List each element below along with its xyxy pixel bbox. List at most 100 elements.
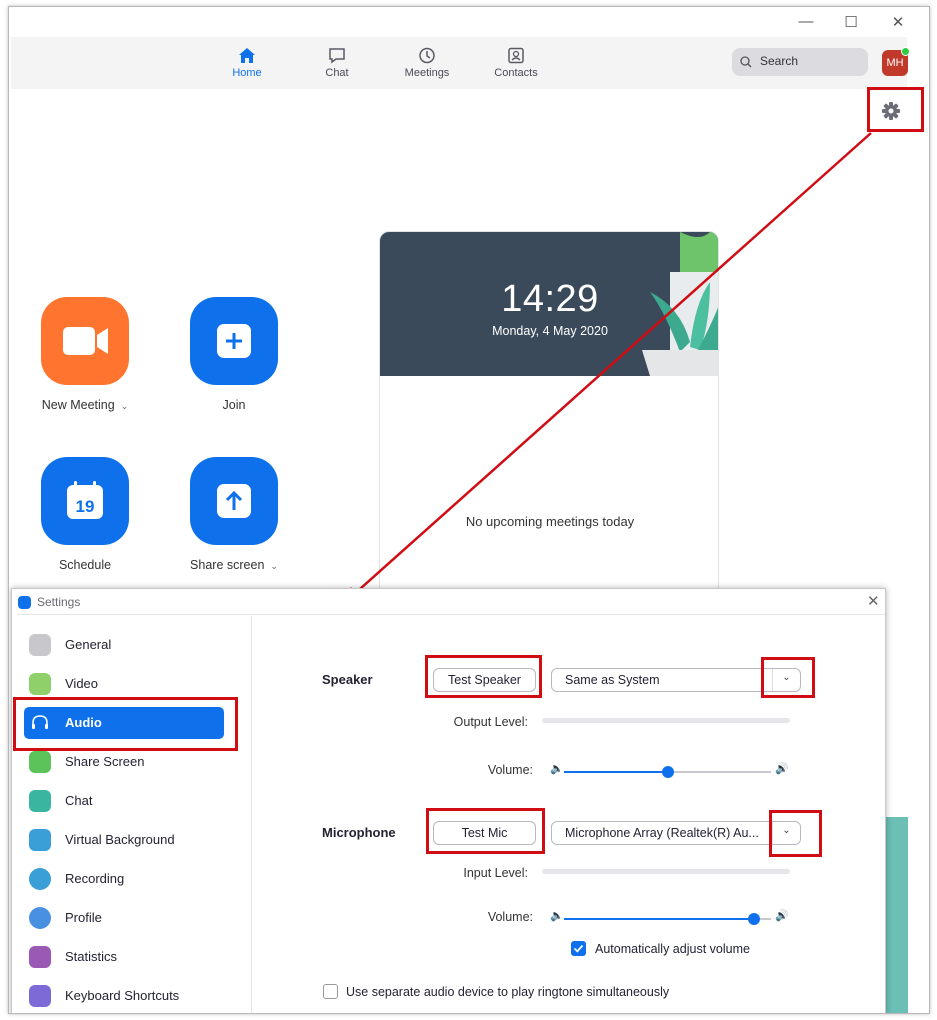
microphone-volume-knob[interactable] [748,913,760,925]
calendar-day: 19 [76,497,95,516]
volume-high-icon: 🔊 [775,910,789,922]
settings-close-button[interactable]: ✕ [867,592,880,610]
microphone-device-select[interactable]: Microphone Array (Realtek(R) Au... [551,821,801,845]
sidebar-item-label: Share Screen [65,754,145,769]
input-level-label: Input Level: [463,866,528,880]
search-label: Search [760,54,799,68]
volume-high-icon: 🔊 [775,763,789,775]
home-icon [239,48,255,63]
sidebar-item-label: Virtual Background [65,832,175,847]
sidebar-item-chat[interactable]: Chat [24,785,224,817]
tab-contacts[interactable]: Contacts [481,47,551,79]
annotation-box-speaker-dropdown [761,657,815,698]
microphone-label: Microphone [322,825,396,840]
speaker-device-value: Same as System [565,673,660,687]
video-camera-icon [63,327,108,355]
annotation-box-test-mic [426,808,545,854]
online-status-dot [901,47,910,56]
settings-sidebar: General Video Audio Share Screen Chat Vi… [12,616,252,1013]
sidebar-item-virtual-background[interactable]: Virtual Background [24,824,224,856]
upcoming-meetings-card: 14:29 Monday, 4 May 2020 No upcoming mee… [379,231,719,601]
sidebar-item-general[interactable]: General [24,629,224,661]
tab-meetings[interactable]: Meetings [392,47,462,79]
keyboard-icon [29,985,51,1007]
gear-icon [29,634,51,656]
microphone-volume-label: Volume: [487,910,533,924]
share-screen-label: Share screen ⌄ [190,558,278,572]
speaker-label: Speaker [322,672,373,687]
output-level-label: Output Level: [453,715,528,729]
share-up-arrow-icon [217,484,251,518]
tab-home[interactable]: Home [212,47,282,79]
annotation-box-mic-dropdown [769,810,822,857]
close-button[interactable]: ✕ [883,13,913,31]
zoom-app-window: — ☐ ✕ Home Chat Meetings Contacts Search… [8,6,930,1014]
output-level-meter [542,718,790,723]
speaker-volume-knob[interactable] [662,766,674,778]
settings-window: Settings ✕ General Video Audio Share Scr… [11,588,886,1013]
auto-adjust-volume-label: Automatically adjust volume [595,942,750,956]
volume-low-icon: 🔈 [550,910,564,922]
sidebar-item-label: Chat [65,793,93,808]
speaker-volume-label: Volume: [487,763,533,777]
speaker-volume-fill [564,771,668,773]
tab-chat-label: Chat [325,67,349,79]
sidebar-item-keyboard-shortcuts[interactable]: Keyboard Shortcuts [24,980,224,1012]
profile-icon [29,907,51,929]
sidebar-item-label: Keyboard Shortcuts [65,988,180,1003]
volume-low-icon: 🔈 [550,763,564,775]
background-teal-strip [886,817,908,1013]
maximize-button[interactable]: ☐ [836,13,866,31]
schedule-label: Schedule [58,558,112,572]
chevron-down-icon[interactable]: ⌄ [270,561,278,571]
person-icon [29,829,51,851]
sidebar-item-recording[interactable]: Recording [24,863,224,895]
microphone-device-value: Microphone Array (Realtek(R) Au... [565,826,759,840]
plus-icon [217,324,251,358]
bar-chart-icon [29,946,51,968]
share-screen-button[interactable] [190,457,278,545]
sidebar-item-label: Statistics [65,949,118,964]
share-screen-icon [29,751,51,773]
video-icon [29,673,51,695]
microphone-volume-fill [564,918,754,920]
minimize-button[interactable]: — [791,13,821,30]
sidebar-item-label: Profile [65,910,102,925]
current-time: 14:29 [501,278,599,320]
sidebar-item-video[interactable]: Video [24,668,224,700]
annotation-box-audio [13,697,238,751]
checkmark-icon [573,944,584,953]
schedule-button[interactable]: 19 [41,457,129,545]
current-date: Monday, 4 May 2020 [492,324,608,338]
annotation-box-test-speaker [425,655,542,698]
zoom-logo-icon [18,596,31,609]
chat-icon [329,48,345,64]
new-meeting-label: New Meeting ⌄ [41,398,129,412]
tab-contacts-label: Contacts [494,67,538,79]
join-button[interactable] [190,297,278,385]
card-hero-image: 14:29 Monday, 4 May 2020 [380,232,718,376]
join-label: Join [222,398,246,412]
tab-home-label: Home [232,67,262,79]
sidebar-item-label: Recording [65,871,125,886]
chevron-down-icon[interactable]: ⌄ [121,401,129,411]
sidebar-item-label: General [65,637,112,652]
tab-chat[interactable]: Chat [302,47,372,79]
sidebar-item-profile[interactable]: Profile [24,902,224,934]
auto-adjust-volume-checkbox[interactable] [571,941,586,956]
new-meeting-button[interactable] [41,297,129,385]
clock-icon [419,47,435,64]
settings-titlebar: Settings ✕ [17,589,885,615]
chat-icon [29,790,51,812]
settings-title: Settings [37,595,81,609]
no-meetings-text: No upcoming meetings today [465,514,635,529]
calendar-icon: 19 [67,481,103,519]
contacts-icon [508,47,524,64]
annotation-box-gear [867,87,924,132]
top-nav-bar: Home Chat Meetings Contacts Search MH [11,37,910,89]
input-level-meter [542,869,790,874]
sidebar-item-statistics[interactable]: Statistics [24,941,224,973]
search-box[interactable]: Search [732,48,868,76]
tab-meetings-label: Meetings [404,67,450,79]
separate-ringtone-checkbox[interactable] [323,984,338,999]
